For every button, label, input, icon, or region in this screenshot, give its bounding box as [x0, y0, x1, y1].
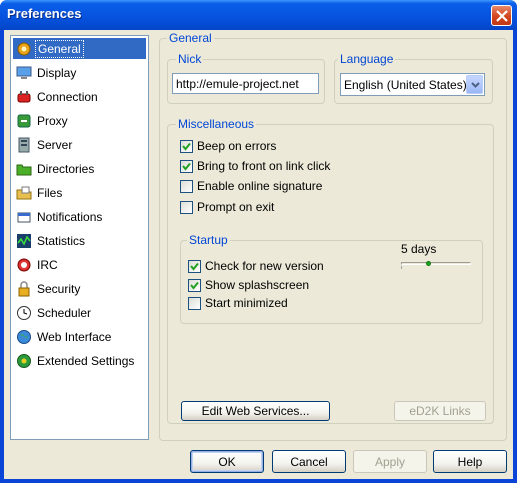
statistics-icon — [16, 233, 32, 249]
general-group-label: General — [167, 31, 214, 45]
language-selected-value: English (United States) — [344, 78, 467, 92]
start-minimized-checkbox[interactable]: Start minimized — [188, 296, 288, 310]
chevron-down-icon — [471, 82, 480, 88]
checkmark-icon — [190, 262, 199, 271]
nick-input[interactable]: http://emule-project.net — [172, 73, 319, 94]
prompt-on-exit-checkbox[interactable]: Prompt on exit — [180, 200, 274, 214]
nav-item-directories[interactable]: Directories — [13, 158, 146, 179]
monitor-icon — [16, 65, 32, 81]
checkbox-label: Check for new version — [205, 259, 324, 273]
checkbox-box[interactable] — [188, 296, 201, 310]
category-list[interactable]: General Display Connection Proxy Server … — [10, 35, 149, 440]
nav-item-label: Proxy — [37, 113, 68, 128]
nav-item-statistics[interactable]: Statistics — [13, 230, 146, 251]
language-dropdown-button[interactable] — [466, 75, 483, 94]
apply-button[interactable]: Apply — [353, 450, 427, 473]
nav-item-label: Security — [37, 281, 81, 296]
check-new-version-checkbox[interactable]: Check for new version — [188, 259, 324, 273]
close-icon — [496, 10, 508, 22]
language-label: Language — [338, 52, 396, 66]
nav-item-extended-settings[interactable]: Extended Settings — [13, 350, 146, 371]
checkbox-label: Bring to front on link click — [197, 159, 331, 173]
bring-to-front-checkbox[interactable]: Bring to front on link click — [180, 159, 330, 173]
checkbox-box[interactable] — [188, 278, 201, 292]
gear-icon — [16, 41, 32, 57]
files-icon — [16, 185, 32, 201]
nav-item-label: IRC — [37, 257, 58, 272]
notification-icon — [16, 209, 32, 225]
extended-settings-icon — [16, 353, 32, 369]
checkbox-label: Show splashscreen — [205, 278, 310, 292]
language-select[interactable]: English (United States) — [340, 73, 485, 96]
nav-item-label: Notifications — [37, 209, 103, 224]
startup-group-label: Startup — [187, 233, 230, 247]
checkbox-box[interactable] — [180, 200, 193, 214]
nav-item-label: Directories — [37, 161, 95, 176]
show-splashscreen-checkbox[interactable]: Show splashscreen — [188, 278, 309, 292]
nav-item-label: Statistics — [37, 233, 86, 248]
checkbox-box[interactable] — [180, 159, 193, 173]
checkbox-label: Enable online signature — [197, 179, 323, 193]
nav-item-connection[interactable]: Connection — [13, 86, 146, 107]
help-button[interactable]: Help — [433, 450, 507, 473]
ok-button[interactable]: OK — [190, 450, 264, 473]
checkbox-box[interactable] — [180, 179, 193, 193]
checkbox-label: Beep on errors — [197, 139, 277, 153]
irc-icon — [16, 257, 32, 273]
window-title: Preferences — [7, 6, 82, 21]
title-bar[interactable]: Preferences — [0, 0, 517, 30]
proxy-icon — [16, 113, 32, 129]
nav-item-server[interactable]: Server — [13, 134, 146, 155]
nav-item-security[interactable]: Security — [13, 278, 146, 299]
nav-item-label: Web Interface — [37, 329, 112, 344]
nav-item-label: Connection — [37, 89, 98, 104]
nav-item-general[interactable]: General — [13, 38, 146, 59]
slider-track — [401, 262, 471, 265]
check-interval-label: 5 days — [401, 242, 437, 256]
plug-icon — [16, 89, 32, 105]
nav-item-scheduler[interactable]: Scheduler — [13, 302, 146, 323]
ed2k-links-button[interactable]: eD2K Links — [394, 401, 486, 421]
checkmark-icon — [182, 142, 191, 151]
globe-icon — [16, 329, 32, 345]
slider-tick — [401, 266, 402, 269]
online-signature-checkbox[interactable]: Enable online signature — [180, 179, 322, 193]
nav-item-label: Files — [37, 185, 63, 200]
nav-item-irc[interactable]: IRC — [13, 254, 146, 275]
lock-icon — [16, 280, 32, 297]
nav-item-proxy[interactable]: Proxy — [13, 110, 146, 131]
checkbox-box[interactable] — [180, 139, 193, 153]
nav-item-files[interactable]: Files — [13, 182, 146, 203]
edit-web-services-button[interactable]: Edit Web Services... — [181, 401, 330, 421]
checkbox-box[interactable] — [188, 259, 201, 273]
nav-item-label: Server — [37, 137, 73, 152]
nav-item-display[interactable]: Display — [13, 62, 146, 83]
nav-item-label: Scheduler — [37, 305, 92, 320]
check-interval-slider[interactable] — [398, 256, 476, 272]
close-button[interactable] — [491, 5, 512, 26]
nav-item-label: General — [35, 39, 84, 58]
checkmark-icon — [182, 162, 191, 171]
cancel-button[interactable]: Cancel — [272, 450, 346, 473]
checkmark-icon — [190, 281, 199, 290]
preferences-window: Preferences General Display Connection P… — [0, 0, 517, 483]
folder-icon — [16, 161, 32, 177]
checkbox-label: Start minimized — [205, 296, 288, 310]
clock-icon — [16, 305, 32, 321]
beep-on-errors-checkbox[interactable]: Beep on errors — [180, 139, 276, 153]
nav-item-label: Display — [37, 65, 77, 80]
nick-label: Nick — [176, 52, 204, 66]
nav-item-notifications[interactable]: Notifications — [13, 206, 146, 227]
server-icon — [16, 137, 32, 153]
nav-item-web-interface[interactable]: Web Interface — [13, 326, 146, 347]
misc-group-label: Miscellaneous — [176, 117, 257, 131]
slider-thumb[interactable] — [426, 261, 431, 266]
nav-item-label: Extended Settings — [37, 353, 135, 368]
checkbox-label: Prompt on exit — [197, 200, 275, 214]
dialog-client: General Display Connection Proxy Server … — [4, 30, 513, 479]
